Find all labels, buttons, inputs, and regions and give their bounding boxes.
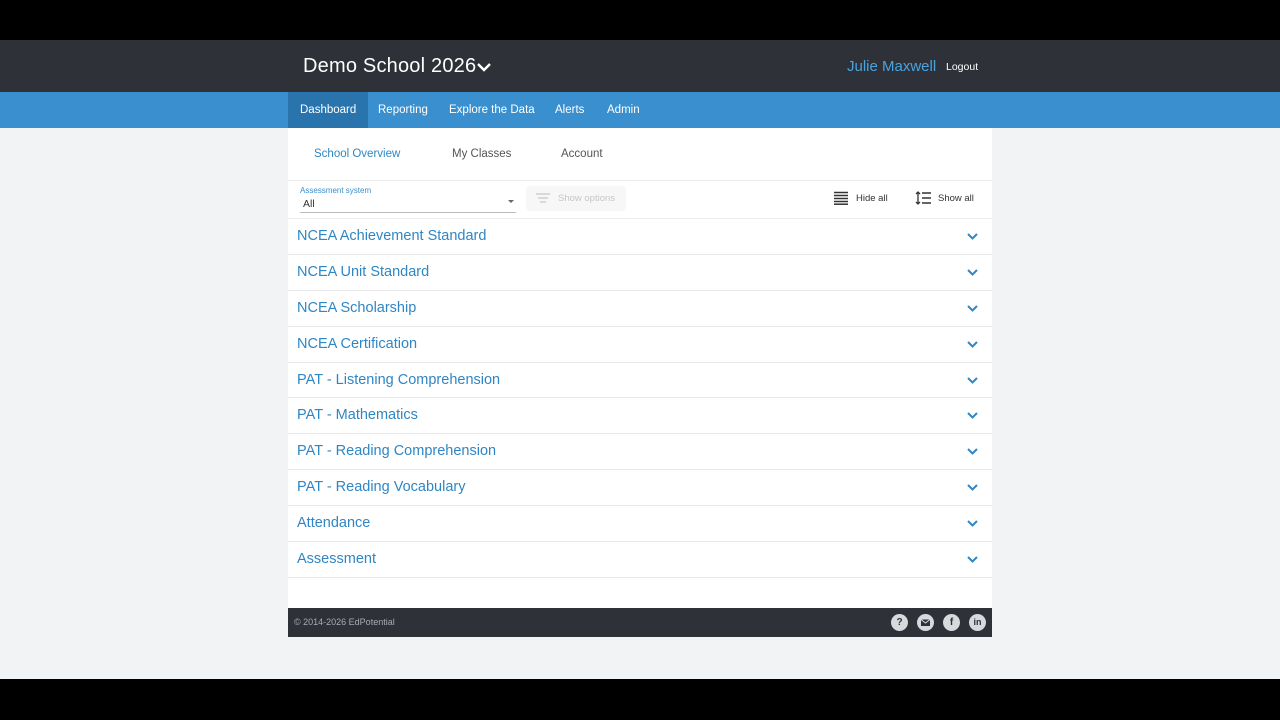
section-attendance[interactable]: Attendance [288, 506, 992, 543]
tab-my-classes[interactable]: My Classes [452, 148, 511, 160]
section-title: NCEA Scholarship [297, 299, 417, 316]
section-title: Attendance [297, 515, 371, 532]
assessment-sections-list: NCEA Achievement Standard NCEA Unit Stan… [288, 219, 992, 578]
section-ncea-achievement-standard[interactable]: NCEA Achievement Standard [288, 219, 992, 255]
chevron-down-icon[interactable] [967, 447, 978, 456]
nav-explore-the-data[interactable]: Explore the Data [437, 92, 547, 128]
assessment-system-label: Assessment system [300, 186, 372, 195]
top-header: Demo School 2026 Julie Maxwell Logout [0, 40, 1280, 92]
nav-reporting[interactable]: Reporting [366, 92, 440, 128]
logout-button[interactable]: Logout [946, 61, 978, 73]
filter-icon [536, 193, 550, 203]
app-screen: Demo School 2026 Julie Maxwell Logout Da… [0, 40, 1280, 679]
section-ncea-certification[interactable]: NCEA Certification [288, 327, 992, 363]
show-options-label: Show options [558, 193, 616, 204]
chevron-down-icon[interactable] [967, 555, 978, 564]
collapse-all-icon[interactable] [834, 191, 848, 205]
user-name-link[interactable]: Julie Maxwell [847, 58, 936, 75]
chevron-down-icon[interactable] [967, 268, 978, 277]
tab-school-overview[interactable]: School Overview [314, 148, 400, 160]
section-ncea-unit-standard[interactable]: NCEA Unit Standard [288, 255, 992, 291]
copyright-text: © 2014-2026 EdPotential [294, 617, 395, 627]
section-pat-reading-vocabulary[interactable]: PAT - Reading Vocabulary [288, 470, 992, 507]
assessment-system-select[interactable]: All [303, 198, 315, 210]
email-icon[interactable] [917, 614, 934, 631]
subtab-bar: School Overview My Classes Account [288, 128, 992, 181]
select-underline [300, 212, 516, 213]
section-title: NCEA Achievement Standard [297, 228, 487, 244]
section-pat-reading-comprehension[interactable]: PAT - Reading Comprehension [288, 434, 992, 471]
section-title: PAT - Reading Vocabulary [297, 479, 466, 496]
section-ncea-scholarship[interactable]: NCEA Scholarship [288, 291, 992, 327]
section-title: PAT - Listening Comprehension [297, 371, 501, 388]
expand-all-icon[interactable] [915, 191, 931, 205]
dropdown-caret-icon[interactable] [508, 200, 514, 203]
section-title: PAT - Reading Comprehension [297, 443, 497, 460]
chevron-down-icon[interactable] [967, 519, 978, 528]
section-pat-mathematics[interactable]: PAT - Mathematics [288, 398, 992, 435]
chevron-down-icon[interactable] [967, 304, 978, 313]
chevron-down-icon[interactable] [967, 232, 978, 241]
section-title: PAT - Mathematics [297, 407, 418, 424]
chevron-down-icon[interactable] [476, 60, 492, 74]
dashboard-panel: School Overview My Classes Account Asses… [288, 128, 992, 608]
chevron-down-icon[interactable] [967, 411, 978, 420]
help-icon[interactable]: ? [891, 614, 908, 631]
section-pat-listening-comprehension[interactable]: PAT - Listening Comprehension [288, 363, 992, 399]
filter-bar: Assessment system All Show options Hide [288, 181, 992, 219]
section-assessment[interactable]: Assessment [288, 542, 992, 578]
linkedin-icon[interactable]: in [969, 614, 986, 631]
section-title: Assessment [297, 551, 376, 568]
hide-all-button[interactable]: Hide all [856, 193, 888, 204]
nav-alerts[interactable]: Alerts [543, 92, 596, 128]
tab-account[interactable]: Account [561, 148, 603, 160]
section-title: NCEA Certification [297, 335, 418, 352]
show-all-button[interactable]: Show all [938, 193, 974, 204]
nav-dashboard[interactable]: Dashboard [288, 92, 369, 128]
chevron-down-icon[interactable] [967, 340, 978, 349]
show-options-button[interactable]: Show options [526, 186, 626, 211]
facebook-icon[interactable]: f [943, 614, 960, 631]
chevron-down-icon[interactable] [967, 376, 978, 385]
chevron-down-icon[interactable] [967, 483, 978, 492]
school-selector-title[interactable]: Demo School 2026 [303, 55, 476, 78]
page-footer: © 2014-2026 EdPotential ? f in [288, 608, 992, 637]
main-nav: Dashboard Reporting Explore the Data Ale… [0, 92, 1280, 128]
nav-admin[interactable]: Admin [595, 92, 652, 128]
section-title: NCEA Unit Standard [297, 263, 430, 280]
